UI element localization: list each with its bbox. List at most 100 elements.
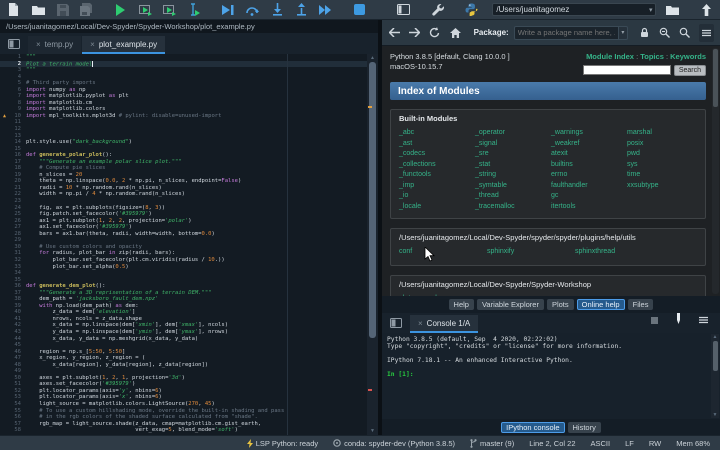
module-link[interactable]: pwd <box>627 149 703 160</box>
module-link[interactable]: conf <box>399 247 487 258</box>
lock-icon[interactable] <box>638 26 650 40</box>
close-icon[interactable]: × <box>36 40 41 49</box>
module-link[interactable]: gc <box>551 191 627 202</box>
console-options-menu-icon[interactable] <box>699 311 708 329</box>
pane-tab[interactable]: Plots <box>546 299 574 310</box>
module-link[interactable]: _codecs <box>399 149 475 160</box>
run-cell-icon[interactable] <box>138 2 153 17</box>
console-pane-tab[interactable]: IPython console <box>501 421 565 433</box>
editor-scrollbar-thumb[interactable] <box>369 62 376 338</box>
error-flag[interactable] <box>368 389 372 391</box>
pane-tab[interactable]: Help <box>448 299 474 310</box>
new-file-icon[interactable] <box>6 2 21 17</box>
module-link[interactable]: _string <box>475 170 551 181</box>
module-link[interactable]: _functools <box>399 170 475 181</box>
debug-file-icon[interactable] <box>221 2 236 17</box>
search-icon[interactable] <box>679 26 691 40</box>
clear-console-icon[interactable] <box>674 311 683 329</box>
module-link[interactable]: builtins <box>551 160 627 171</box>
editor-tab[interactable]: × temp.py <box>28 36 82 54</box>
module-link[interactable]: _thread <box>475 191 551 202</box>
run-selection-icon[interactable] <box>186 2 201 17</box>
console-scroll-up-icon[interactable]: ▲ <box>712 334 718 340</box>
module-link[interactable]: sphinxthread <box>575 247 663 258</box>
console-browse-tabs-icon[interactable] <box>386 315 406 331</box>
module-link[interactable]: marshal <box>627 128 703 139</box>
warning-flag[interactable] <box>368 106 372 108</box>
module-link[interactable]: _symtable <box>475 181 551 192</box>
step-out-icon[interactable] <box>294 2 309 17</box>
module-link[interactable]: time <box>627 170 703 181</box>
help-nav-link[interactable]: Keywords <box>670 52 706 61</box>
line-number[interactable]: 58 <box>0 427 26 434</box>
home-icon[interactable] <box>449 26 461 40</box>
help-nav-link[interactable]: Topics <box>640 52 664 61</box>
module-link[interactable]: _locale <box>399 202 475 213</box>
module-link[interactable]: _signal <box>475 139 551 150</box>
module-link[interactable]: xxsubtype <box>627 181 703 192</box>
module-link[interactable]: _imp <box>399 181 475 192</box>
ipython-console[interactable]: Python 3.8.5 (default, Sep 4 2020, 02:22… <box>382 333 720 419</box>
help-search-input[interactable] <box>582 65 671 75</box>
parent-directory-icon[interactable] <box>699 2 714 17</box>
pane-tab[interactable]: Variable Explorer <box>476 299 544 310</box>
options-menu-icon[interactable] <box>699 23 715 42</box>
console-pane-tab[interactable]: History <box>567 421 601 433</box>
module-link[interactable]: _sre <box>475 149 551 160</box>
module-link[interactable]: _weakref <box>551 139 627 150</box>
forward-icon[interactable] <box>408 26 421 40</box>
editor-scrollbar[interactable]: ▲ ▼ <box>367 54 378 435</box>
module-link[interactable]: _warnings <box>551 128 627 139</box>
step-into-icon[interactable] <box>269 2 284 17</box>
code-editor[interactable]: 1 """ 2 Plot a terrain model 3 """ 4 5 # Third p… <box>0 54 378 435</box>
console-tab[interactable]: × Console 1/A <box>410 315 479 333</box>
module-link[interactable]: errno <box>551 170 627 181</box>
pane-tab[interactable]: Files <box>627 299 654 310</box>
module-link[interactable]: _tracemalloc <box>475 202 551 213</box>
module-link[interactable]: sys <box>627 160 703 171</box>
module-link[interactable]: _stat <box>475 160 551 171</box>
back-icon[interactable] <box>388 26 400 40</box>
preferences-wrench-icon[interactable] <box>430 2 445 17</box>
save-icon[interactable] <box>55 2 70 17</box>
working-directory-combo[interactable]: /Users/juanitagomez ▾ <box>492 3 657 16</box>
zoom-out-icon[interactable] <box>658 26 671 40</box>
browse-directory-icon[interactable] <box>664 2 679 17</box>
scroll-up-icon[interactable]: ▲ <box>369 55 376 61</box>
step-over-icon[interactable] <box>245 2 260 17</box>
continue-execution-icon[interactable] <box>318 2 333 17</box>
help-search-button[interactable]: Search <box>673 65 706 76</box>
browse-tabs-icon[interactable] <box>4 36 24 52</box>
module-link[interactable]: _abc <box>399 128 475 139</box>
module-link[interactable]: plot_example <box>399 294 487 297</box>
module-link[interactable]: _operator <box>475 128 551 139</box>
close-icon[interactable]: × <box>418 319 423 328</box>
module-link[interactable]: atexit <box>551 149 627 160</box>
console-scroll-down-icon[interactable]: ▼ <box>712 412 718 418</box>
save-all-icon[interactable] <box>79 2 94 17</box>
module-link[interactable]: _collections <box>399 160 475 171</box>
package-combo-arrow-icon[interactable]: ▾ <box>618 25 628 40</box>
open-file-icon[interactable] <box>30 2 45 17</box>
interrupt-kernel-icon[interactable] <box>651 311 658 329</box>
package-name-input[interactable] <box>513 25 619 40</box>
module-link[interactable]: posix <box>627 139 703 150</box>
help-scrollbar-thumb[interactable] <box>713 49 718 107</box>
scroll-down-icon[interactable]: ▼ <box>369 428 376 434</box>
module-link[interactable]: sphinxify <box>487 247 575 258</box>
console-scrollbar-thumb[interactable] <box>712 341 718 371</box>
help-scrollbar[interactable] <box>712 48 719 294</box>
maximize-pane-icon[interactable] <box>396 2 411 17</box>
close-icon[interactable]: × <box>90 40 95 49</box>
module-link[interactable]: _io <box>399 191 475 202</box>
editor-tab[interactable]: × plot_example.py <box>82 36 166 54</box>
module-link[interactable]: faulthandler <box>551 181 627 192</box>
module-link[interactable]: _ast <box>399 139 475 150</box>
console-scrollbar[interactable]: ▲ ▼ <box>711 334 719 418</box>
run-file-icon[interactable] <box>113 2 128 17</box>
help-nav-link[interactable]: Module Index <box>586 52 634 61</box>
module-link[interactable]: itertools <box>551 202 627 213</box>
refresh-icon[interactable] <box>429 26 441 40</box>
pane-tab[interactable]: Online help <box>576 299 625 310</box>
run-cell-advance-icon[interactable] <box>162 2 177 17</box>
